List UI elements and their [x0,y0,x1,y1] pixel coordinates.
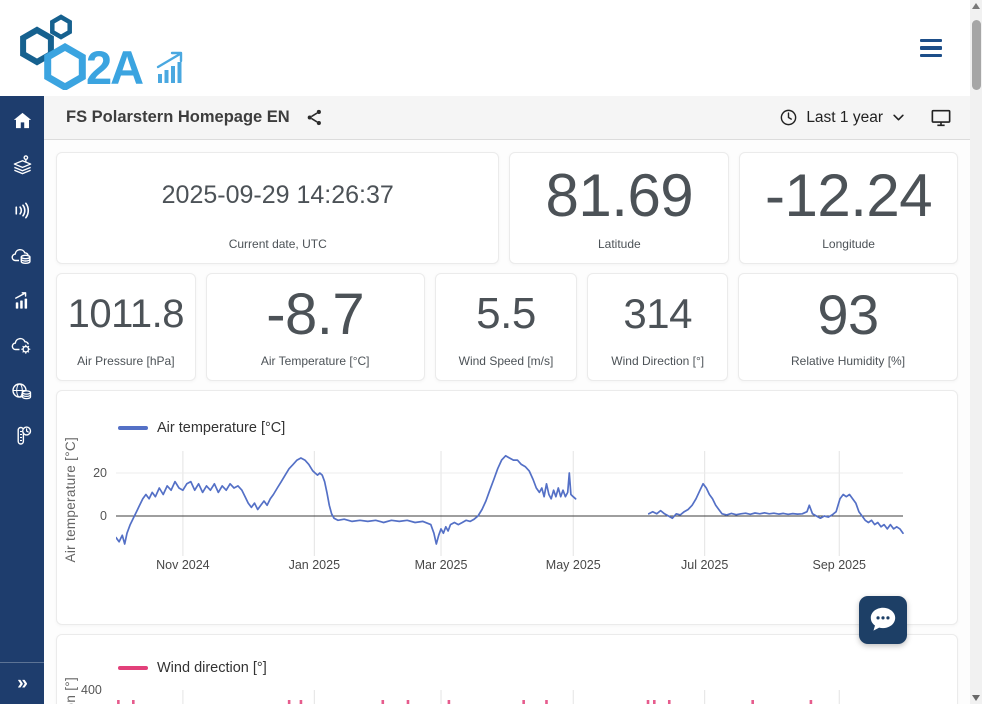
y-tick-400: 400 [81,683,111,697]
latitude-value: 81.69 [546,153,694,237]
chat-bubble-icon [866,604,900,636]
y-axis-label: Wind direction [°] [63,677,78,704]
stat-row-1: 2025-09-29 14:26:37 Current date, UTC 81… [56,152,958,264]
x-tick-label: Mar 2025 [399,558,483,572]
y-axis-label: Air temperature [°C] [63,437,78,562]
o2a-logo[interactable]: 2A [8,6,204,95]
sidebar-item-home[interactable] [0,98,44,143]
globe-database-icon [10,379,34,403]
scale-clock-icon [10,424,34,448]
time-range-selector[interactable]: Last 1 year [779,108,906,127]
latitude-label: Latitude [598,237,641,263]
relative-humidity-label: Relative Humidity [%] [791,354,905,380]
current-date-label: Current date, UTC [229,237,327,263]
longitude-label: Longitude [822,237,875,263]
air-temperature-label: Air Temperature [°C] [261,354,370,380]
share-icon [305,108,324,127]
sidebar-item-cloud-services[interactable] [0,323,44,368]
x-tick-label: May 2025 [531,558,615,572]
wind-direction-chart: Wind direction [°] Wind direction [°] 40… [56,634,958,704]
scroll-up-arrow-icon[interactable] [972,3,980,9]
widget-current-date: 2025-09-29 14:26:37 Current date, UTC [56,152,499,264]
x-tick-label: Nov 2024 [141,558,225,572]
sidebar-expand-button[interactable]: » [0,662,44,704]
air-temperature-plot[interactable] [116,449,906,561]
widget-wind-direction: 314 Wind Direction [°] [587,273,728,381]
share-button[interactable] [305,108,324,127]
wind-direction-value: 314 [623,274,692,354]
air-temperature-chart: Air temperature [°C] Air temperature [°C… [56,390,958,625]
app-header: 2A [0,0,970,96]
x-tick-label: Sep 2025 [797,558,881,572]
o2a-logo-icon: 2A [8,6,204,90]
legend-label: Air temperature [°C] [157,420,285,436]
logo-text: 2A [86,41,143,90]
layers-pin-icon [11,154,34,177]
logo-trend-icon [158,53,182,83]
page-title: FS Polarstern Homepage EN [66,108,290,127]
sidebar-item-platforms[interactable] [0,143,44,188]
widget-latitude: 81.69 Latitude [509,152,729,264]
sidebar-item-sensors[interactable] [0,188,44,233]
hamburger-menu-icon[interactable] [920,39,942,57]
time-range-label: Last 1 year [806,109,883,127]
clock-icon [779,108,798,127]
air-pressure-value: 1011.8 [68,274,184,354]
vertical-scrollbar[interactable] [970,0,982,704]
widget-air-temperature: -8.7 Air Temperature [°C] [206,273,425,381]
cloud-database-icon [10,244,34,268]
signal-icon [11,199,34,222]
sidebar-item-dashboards[interactable] [0,278,44,323]
sidebar-item-measurements[interactable] [0,413,44,458]
scroll-down-arrow-icon[interactable] [972,695,980,701]
wind-direction-plot[interactable] [116,690,906,704]
wind-direction-label: Wind Direction [°] [611,354,704,380]
main-area: FS Polarstern Homepage EN Last 1 year [44,96,970,704]
air-pressure-label: Air Pressure [hPa] [77,354,174,380]
legend-label: Wind direction [°] [157,660,267,676]
scrollbar-thumb[interactable] [972,20,981,90]
toolbar: FS Polarstern Homepage EN Last 1 year [44,96,970,140]
dashboard-page: 2A [0,0,982,704]
stat-row-2: 1011.8 Air Pressure [hPa] -8.7 Air Tempe… [56,273,958,381]
wind-speed-value: 5.5 [476,274,536,354]
chart-arrow-icon [11,289,34,312]
y-tick-0: 0 [83,509,107,523]
widget-air-pressure: 1011.8 Air Pressure [hPa] [56,273,196,381]
x-axis-labels: Nov 2024 Jan 2025 Mar 2025 May 2025 Jul 2025… [116,558,906,576]
chat-button[interactable] [859,596,907,644]
home-icon [11,109,34,132]
sidebar-item-web-data[interactable] [0,368,44,413]
legend-line-swatch [118,666,148,670]
chevron-down-icon [891,110,906,125]
dashboard-content: 2025-09-29 14:26:37 Current date, UTC 81… [44,140,970,704]
relative-humidity-value: 93 [817,274,878,354]
sidebar: » [0,96,44,704]
x-tick-label: Jan 2025 [272,558,356,572]
widget-longitude: -12.24 Longitude [739,152,958,264]
wind-speed-label: Wind Speed [m/s] [459,354,554,380]
widget-relative-humidity: 93 Relative Humidity [%] [738,273,958,381]
x-tick-label: Jul 2025 [663,558,747,572]
fullscreen-button[interactable] [930,108,952,128]
current-date-value: 2025-09-29 14:26:37 [162,153,394,237]
monitor-icon [930,108,952,128]
sidebar-item-data-cloud[interactable] [0,233,44,278]
air-temperature-value: -8.7 [266,274,364,354]
cloud-gear-icon [10,334,34,358]
longitude-value: -12.24 [765,153,932,237]
y-tick-20: 20 [83,466,107,480]
legend-line-swatch [118,426,148,430]
widget-wind-speed: 5.5 Wind Speed [m/s] [435,273,578,381]
air-temperature-legend[interactable]: Air temperature [°C] [118,420,285,436]
wind-direction-legend[interactable]: Wind direction [°] [118,660,267,676]
